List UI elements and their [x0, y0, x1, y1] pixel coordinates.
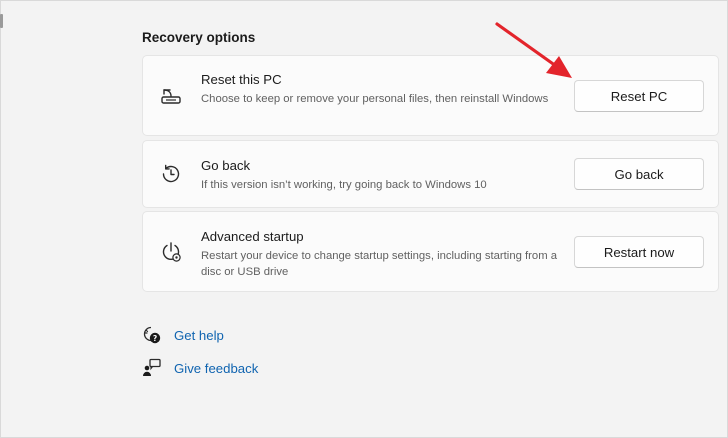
advanced-startup-icon	[162, 242, 181, 262]
go-back-text: Go back If this version isn’t working, t…	[201, 157, 561, 193]
go-back-card: Go back If this version isn’t working, t…	[142, 140, 719, 208]
advanced-startup-title: Advanced startup	[201, 229, 304, 244]
window-edge-marker	[0, 14, 3, 28]
give-feedback-link-row[interactable]: Give feedback	[142, 358, 258, 378]
get-help-link[interactable]: Get help	[174, 328, 224, 343]
annotation-arrow-icon	[495, 22, 572, 78]
advanced-startup-text: Advanced startup Restart your device to …	[201, 228, 561, 280]
reset-this-pc-card: Reset this PC Choose to keep or remove y…	[142, 55, 719, 136]
restart-now-button[interactable]: Restart now	[574, 236, 704, 268]
reset-this-pc-description: Choose to keep or remove your personal f…	[201, 93, 549, 105]
give-feedback-link[interactable]: Give feedback	[174, 361, 258, 376]
svg-text:?: ?	[153, 334, 157, 343]
reset-pc-icon	[161, 89, 181, 104]
give-feedback-icon	[143, 358, 161, 376]
history-icon	[162, 164, 180, 183]
advanced-startup-card: Advanced startup Restart your device to …	[142, 211, 719, 292]
get-help-icon: ?	[143, 326, 161, 344]
get-help-link-row[interactable]: ? Get help	[142, 325, 224, 345]
reset-pc-button[interactable]: Reset PC	[574, 80, 704, 112]
go-back-description: If this version isn’t working, try going…	[201, 179, 487, 191]
advanced-startup-description: Restart your device to change startup se…	[201, 250, 558, 278]
section-title: Recovery options	[142, 30, 256, 45]
go-back-title: Go back	[201, 158, 251, 173]
go-back-button[interactable]: Go back	[574, 158, 704, 190]
